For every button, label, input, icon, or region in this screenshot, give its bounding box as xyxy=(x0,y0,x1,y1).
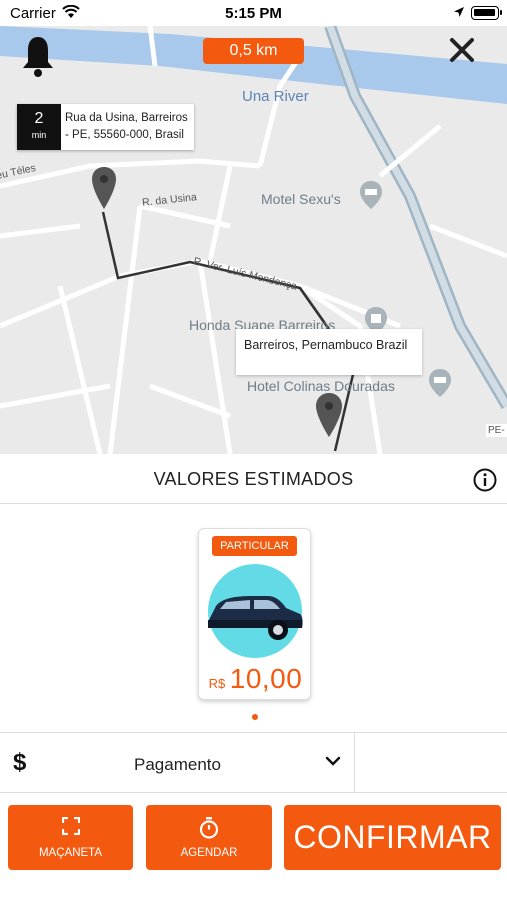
eta-value: 2 xyxy=(34,110,44,127)
info-icon[interactable] xyxy=(473,468,497,492)
fullscreen-icon xyxy=(62,817,80,835)
poi-hotel-icon xyxy=(360,181,382,209)
price-value: 10,00 xyxy=(229,663,303,694)
vehicle-option-card[interactable]: PARTICULAR R$ 10,00 xyxy=(198,528,311,700)
clock: 5:15 PM xyxy=(225,5,282,22)
eta-box: 2 min xyxy=(17,104,61,150)
origin-card[interactable]: 2 min Rua da Usina, Barreiros - PE, 5556… xyxy=(17,104,194,150)
payment-selector[interactable]: $ Pagamento xyxy=(0,732,507,793)
carousel-page-indicator xyxy=(252,714,258,720)
map-view[interactable]: Una River eu Téles R. da Usina R. Ver. L… xyxy=(0,26,507,454)
origin-pin-icon[interactable] xyxy=(91,166,117,210)
location-arrow-icon xyxy=(454,7,464,17)
payment-divider xyxy=(354,733,355,793)
vehicle-price: R$ 10,00 xyxy=(199,663,312,695)
agendar-button[interactable]: AGENDAR xyxy=(146,805,272,870)
timer-icon xyxy=(199,817,219,839)
close-icon[interactable] xyxy=(448,36,476,64)
car-icon xyxy=(208,564,303,658)
destination-address: Barreiros, Pernambuco Brazil xyxy=(244,338,408,352)
status-bar: Carrier 5:15 PM xyxy=(0,0,507,26)
bell-icon[interactable] xyxy=(20,34,56,78)
estimates-title: VALORES ESTIMADOS xyxy=(153,469,354,489)
price-currency: R$ xyxy=(208,676,226,691)
chevron-down-icon[interactable] xyxy=(325,755,341,767)
poi-label: Motel Sexu's xyxy=(261,191,341,207)
destination-pin-icon[interactable] xyxy=(315,392,343,438)
payment-label: Pagamento xyxy=(134,755,221,774)
origin-address: Rua da Usina, Barreiros - PE, 55560-000,… xyxy=(65,112,188,141)
eta-unit: min xyxy=(31,130,47,140)
macaneta-button[interactable]: MAÇANETA xyxy=(8,805,133,870)
battery-icon xyxy=(471,6,502,20)
estimates-header: VALORES ESTIMADOS xyxy=(0,454,507,504)
vehicle-category-badge: PARTICULAR xyxy=(212,536,297,556)
map-corner-tag: PE- xyxy=(486,424,507,437)
confirmar-label: CONFIRMAR xyxy=(293,819,492,855)
river-label: Una River xyxy=(242,88,309,105)
destination-card[interactable]: Barreiros, Pernambuco Brazil xyxy=(236,329,422,375)
distance-badge: 0,5 km xyxy=(203,38,304,64)
confirmar-button[interactable]: CONFIRMAR xyxy=(284,805,501,870)
macaneta-label: MAÇANETA xyxy=(38,847,103,859)
poi-hotel-icon xyxy=(429,369,451,397)
agendar-label: AGENDAR xyxy=(180,847,238,859)
